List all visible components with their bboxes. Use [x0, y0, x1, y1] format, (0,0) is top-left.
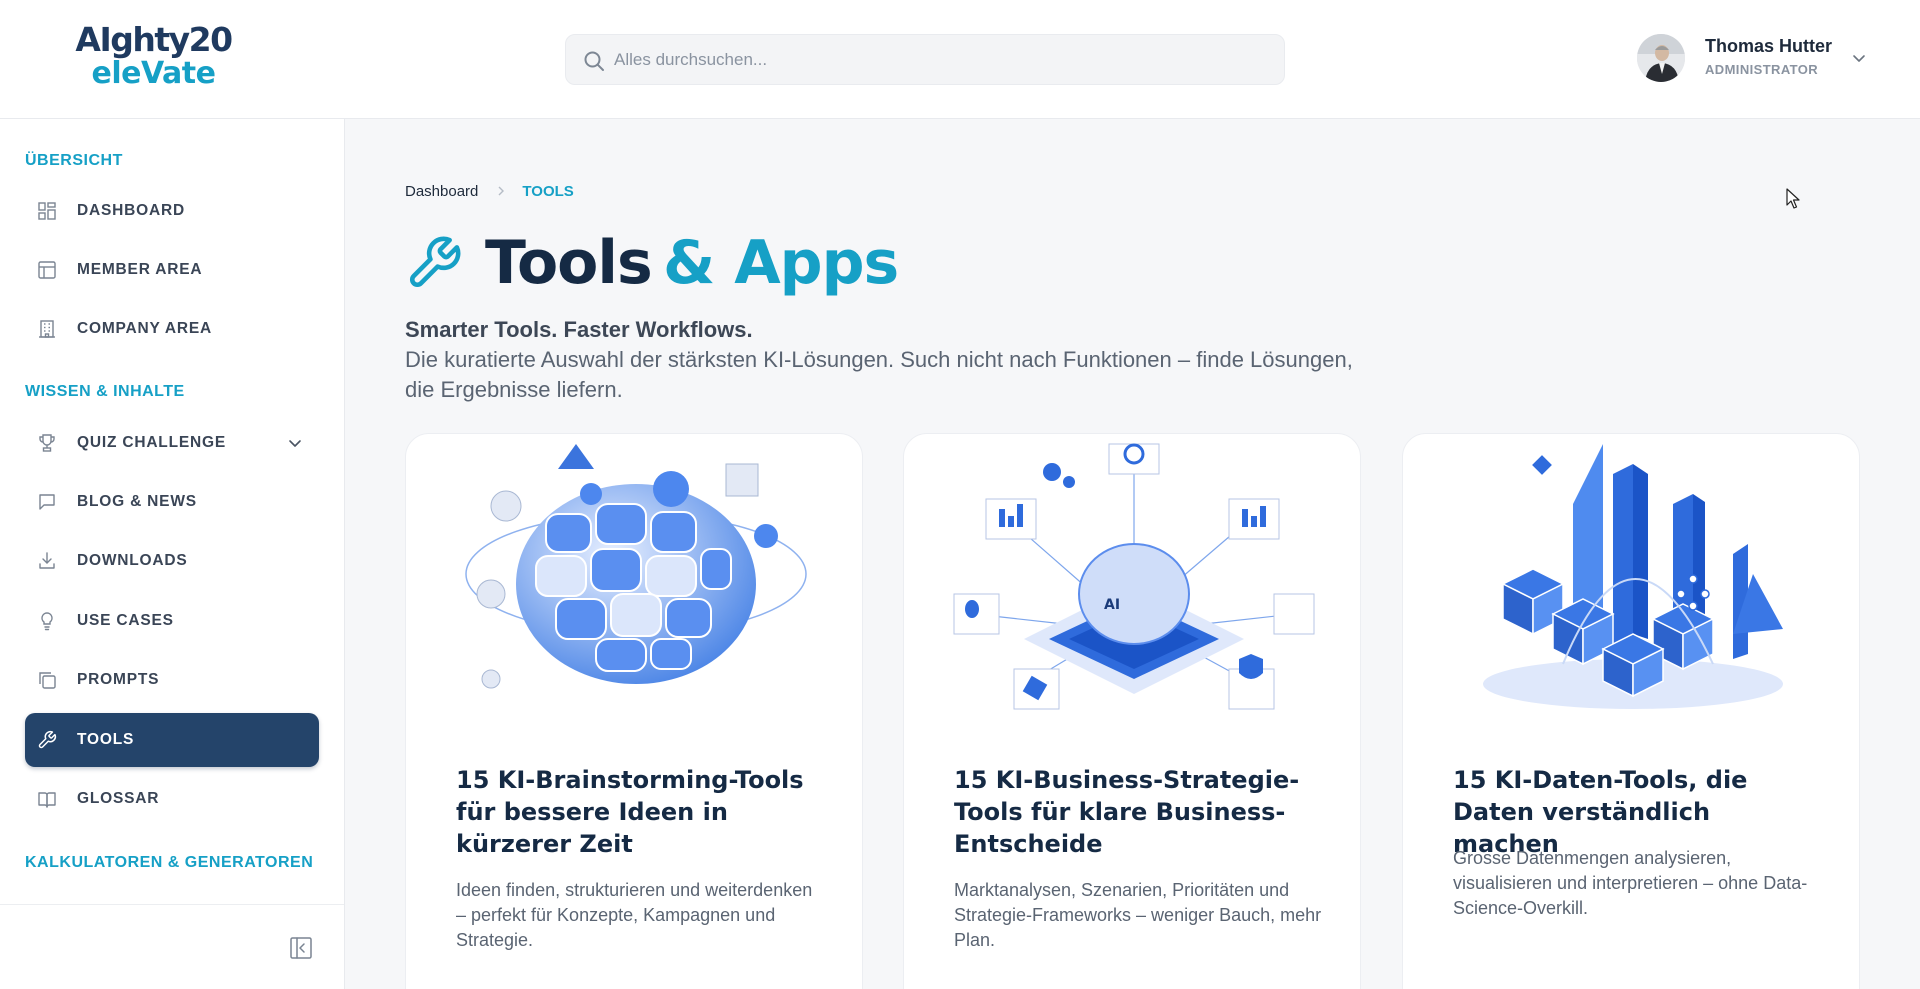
- download-icon: [39, 552, 55, 569]
- card-description: Grosse Datenmengen analysieren, visualis…: [1453, 848, 1808, 918]
- sidebar-item-use-cases[interactable]: USE CASES: [25, 594, 319, 648]
- breadcrumb-chevron-icon: [496, 183, 508, 200]
- avatar: [1637, 34, 1685, 82]
- logo-line2: eleVate: [91, 56, 217, 91]
- sidebar-item-blog-news[interactable]: BLOG & NEWS: [25, 475, 319, 529]
- card-description: Ideen finden, strukturieren und weiterde…: [456, 880, 813, 950]
- top-header: AIghty20 eleVate Thomas Hutter ADMINISTR…: [0, 0, 1920, 119]
- tool-card-data[interactable]: 15 KI-Daten-Tools, die Daten verständlic…: [1402, 433, 1860, 989]
- section-title-overview: ÜBERSICHT: [25, 152, 123, 169]
- sidebar-item-dashboard[interactable]: DASHBOARD: [25, 184, 319, 238]
- svg-text:AI: AI: [1104, 597, 1120, 613]
- sidebar-item-label: DASHBOARD: [77, 202, 185, 219]
- brain-illustration: [465, 444, 807, 689]
- card-title[interactable]: 15 KI-Brainstorming-Tools für bessere Id…: [456, 764, 826, 860]
- dashboard-icon: [38, 202, 56, 220]
- sidebar-item-company-area[interactable]: COMPANY AREA: [25, 302, 319, 356]
- breadcrumb-home-link[interactable]: Dashboard: [405, 183, 478, 200]
- user-name: Thomas Hutter: [1705, 36, 1833, 56]
- sidebar-item-label: USE CASES: [77, 612, 174, 629]
- user-role: ADMINISTRATOR: [1705, 62, 1819, 77]
- sidebar-item-label: COMPANY AREA: [77, 320, 213, 337]
- layout-icon: [38, 261, 56, 279]
- user-menu[interactable]: Thomas Hutter ADMINISTRATOR: [1637, 32, 1877, 86]
- sidebar-item-member-area[interactable]: MEMBER AREA: [25, 243, 319, 297]
- sidebar-item-label: PROMPTS: [77, 671, 160, 688]
- chevron-down-icon: [1853, 55, 1865, 62]
- page-subtitle: Smarter Tools. Faster Workflows.: [405, 317, 753, 342]
- sidebar: ÜBERSICHT DASHBOARD MEMBER AREA COMPANY …: [0, 119, 345, 989]
- copy-icon: [39, 672, 56, 689]
- sidebar-item-label: TOOLS: [77, 731, 135, 748]
- app-logo[interactable]: AIghty20 eleVate: [66, 20, 241, 100]
- lightbulb-icon: [41, 612, 53, 631]
- search-icon: [584, 51, 604, 71]
- page-title-primary: Tools: [485, 228, 653, 298]
- sidebar-item-prompts[interactable]: PROMPTS: [25, 653, 319, 707]
- sidebar-item-downloads[interactable]: DOWNLOADS: [25, 534, 319, 588]
- sidebar-item-label: GLOSSAR: [77, 790, 160, 807]
- tool-card-business-strategy[interactable]: AI 15 KI-Business-Strategie-Tools für kl…: [903, 433, 1361, 989]
- logo-line1-number: 20: [188, 20, 233, 59]
- sidebar-collapse-icon[interactable]: [289, 936, 313, 960]
- tool-card-brainstorming[interactable]: 15 KI-Brainstorming-Tools für bessere Id…: [405, 433, 863, 989]
- book-icon: [38, 792, 56, 808]
- sidebar-item-glossar[interactable]: GLOSSAR: [25, 772, 319, 826]
- sidebar-divider: [0, 904, 344, 905]
- card-title[interactable]: 15 KI-Business-Strategie-Tools für klare…: [954, 764, 1324, 860]
- mouse-cursor-icon: [1786, 188, 1800, 209]
- data-city-illustration: [1483, 444, 1783, 709]
- sidebar-item-label: BLOG & NEWS: [77, 493, 197, 510]
- breadcrumb: Dashboard TOOLS: [405, 183, 574, 200]
- search-input[interactable]: [614, 43, 1254, 77]
- breadcrumb-current: TOOLS: [522, 183, 574, 200]
- page-title-accent: & Apps: [663, 228, 899, 298]
- trophy-icon: [39, 434, 55, 452]
- sidebar-item-quiz-challenge[interactable]: QUIZ CHALLENGE: [25, 416, 319, 470]
- search-bar[interactable]: [565, 34, 1285, 85]
- chevron-down-icon[interactable]: [287, 435, 303, 451]
- section-title-knowledge: WISSEN & INHALTE: [25, 383, 185, 400]
- sidebar-item-label: DOWNLOADS: [77, 552, 188, 569]
- wrench-icon: [38, 730, 57, 749]
- card-description: Marktanalysen, Szenarien, Prioritäten un…: [954, 880, 1322, 950]
- message-icon: [39, 494, 55, 510]
- wrench-icon: [409, 236, 461, 288]
- sidebar-item-tools[interactable]: TOOLS: [25, 713, 319, 767]
- ai-chip-illustration: AI: [953, 443, 1315, 710]
- page-description: Die kuratierte Auswahl der stärksten KI-…: [405, 347, 1353, 402]
- building-icon: [39, 320, 55, 338]
- section-title-calculators: KALKULATOREN & GENERATOREN: [25, 854, 314, 871]
- sidebar-item-label: MEMBER AREA: [77, 261, 203, 278]
- logo-line1: AIghty: [75, 20, 190, 59]
- sidebar-item-label: QUIZ CHALLENGE: [77, 434, 226, 451]
